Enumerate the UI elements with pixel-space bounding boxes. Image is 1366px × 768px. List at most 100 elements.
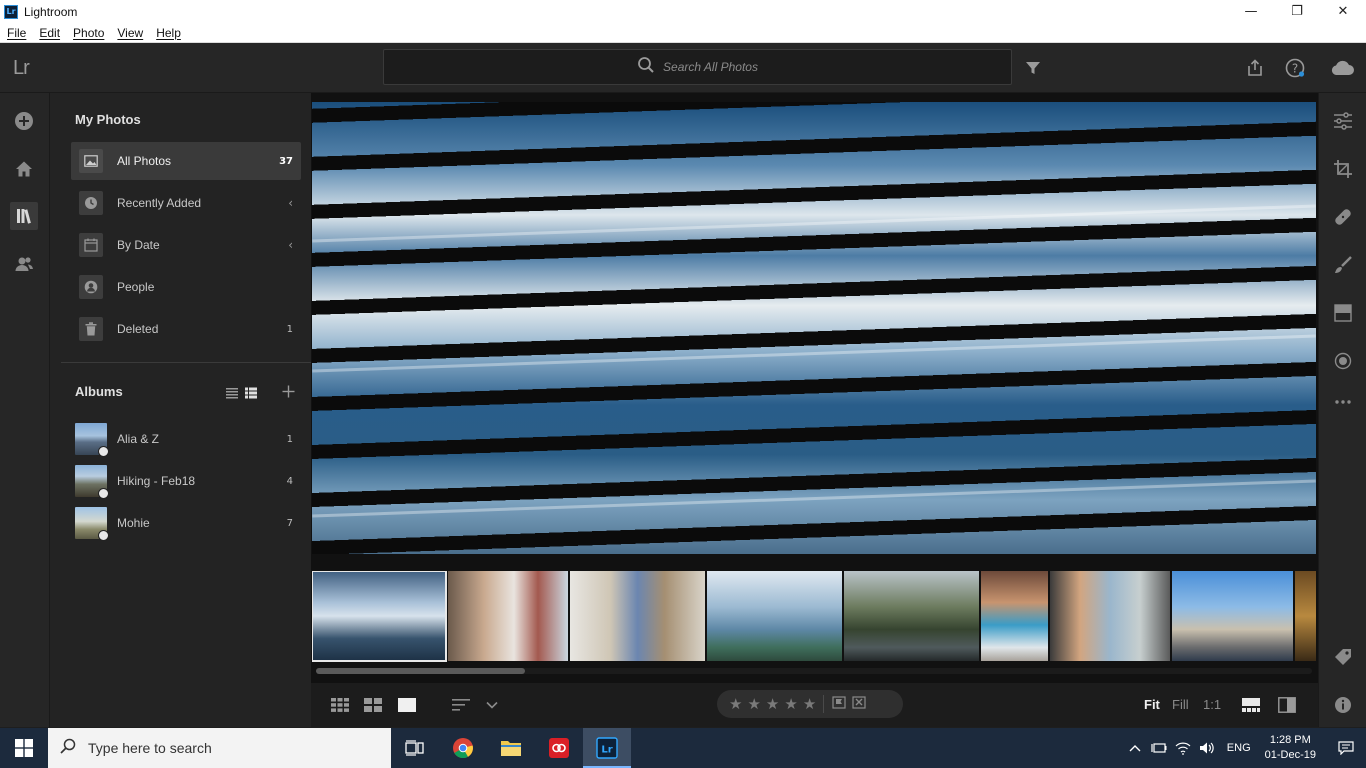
filmstrip-thumbnail[interactable] [570,571,705,661]
flag-pick-icon[interactable] [832,695,846,714]
menu-help[interactable]: Help [149,26,187,40]
nav-by-date[interactable]: By Date ‹ [71,226,301,264]
list-view-icon[interactable] [226,384,238,403]
album-hiking-feb18[interactable]: Hiking - Feb18 4 [75,464,301,499]
album-mohie[interactable]: Mohie 7 [75,506,301,541]
nav-recently-added[interactable]: Recently Added ‹ [71,184,301,222]
lightroom-taskbar-icon[interactable]: Lr [583,728,631,768]
album-label: Mohie [117,516,150,530]
add-album-icon[interactable] [282,383,295,402]
album-alia-z[interactable]: Alia & Z 1 [75,422,301,457]
minimize-button[interactable]: — [1228,0,1274,23]
chevron-down-icon[interactable] [485,695,499,715]
album-thumbnail [75,507,109,541]
square-grid-icon[interactable] [330,695,350,715]
menu-file[interactable]: File [0,26,32,40]
search-icon [637,56,655,78]
taskbar-search-input[interactable]: Type here to search [48,728,391,768]
chevron-left-icon[interactable]: ‹ [288,238,293,252]
volume-icon[interactable] [1195,728,1219,768]
chevron-up-icon[interactable] [1123,728,1147,768]
menu-view[interactable]: View [110,26,149,40]
brush-icon[interactable] [1332,254,1354,276]
taskbar-search-placeholder: Type here to search [88,740,212,756]
menu-edit[interactable]: Edit [32,26,66,40]
nav-people[interactable]: People [71,268,301,306]
photo-grid-icon[interactable] [363,695,383,715]
top-toolbar: Lr Search All Photos ? [0,43,1366,93]
image-streak [312,479,1316,518]
thumbnail-list-icon[interactable] [245,384,257,403]
filmstrip-thumbnail[interactable] [312,571,447,662]
notifications-icon[interactable] [1326,728,1366,768]
search-placeholder: Search All Photos [663,60,758,74]
filmstrip-thumbnail[interactable] [1295,571,1316,661]
cloud-sync-icon[interactable] [1328,58,1356,78]
input-language[interactable]: ENG [1227,742,1251,754]
nav-deleted-count: 1 [286,323,293,335]
star-rating[interactable]: ★ ★ ★ ★ ★ [717,690,903,718]
zoom-1-to-1-button[interactable]: 1:1 [1203,697,1221,712]
menu-photo[interactable]: Photo [66,26,110,40]
filmstrip-scrollbar-thumb[interactable] [316,668,525,674]
help-icon[interactable]: ? [1285,58,1305,78]
section-divider [61,362,311,363]
search-input[interactable]: Search All Photos [383,49,1012,85]
filmstrip-thumbnail[interactable] [844,571,979,661]
battery-icon[interactable] [1147,728,1171,768]
person-icon [79,275,103,299]
share-icon[interactable] [1245,58,1265,78]
nav-deleted[interactable]: Deleted 1 [71,310,301,348]
filmstrip-thumbnail[interactable] [981,571,1048,661]
star-icon[interactable]: ★ [729,695,742,713]
detail-view-icon[interactable] [397,695,417,715]
chevron-left-icon[interactable]: ‹ [288,196,293,210]
task-view-icon[interactable] [391,728,439,768]
close-button[interactable]: ✕ [1320,0,1366,23]
zoom-fit-button[interactable]: Fit [1144,697,1160,712]
image-streak [312,204,1316,243]
keyword-tag-icon[interactable] [1332,646,1354,668]
album-label: Hiking - Feb18 [117,474,196,488]
clock-icon [79,191,103,215]
star-icon[interactable]: ★ [784,695,797,713]
right-tool-strip [1318,93,1366,727]
healing-brush-icon[interactable] [1332,206,1354,228]
radial-gradient-icon[interactable] [1332,350,1354,372]
sort-icon[interactable] [451,695,471,715]
rating-divider [823,695,825,713]
linear-gradient-icon[interactable] [1332,302,1354,324]
add-photos-icon[interactable] [10,107,38,135]
library-icon[interactable] [10,202,38,230]
shared-people-icon[interactable] [10,250,38,278]
crop-icon[interactable] [1332,158,1354,180]
maximize-button[interactable]: ❐ [1274,0,1320,23]
filter-icon[interactable] [1023,58,1043,78]
compare-view-icon[interactable] [1277,695,1297,715]
all-photos-icon [79,149,103,173]
nav-all-photos[interactable]: All Photos 37 [71,142,301,180]
star-icon[interactable]: ★ [766,695,779,713]
edit-sliders-icon[interactable] [1332,110,1354,132]
filmstrip-toggle-icon[interactable] [1241,695,1261,715]
info-icon[interactable] [1332,694,1354,716]
home-icon[interactable] [10,155,38,183]
more-options-icon[interactable] [1332,391,1354,413]
album-thumbnail [75,465,109,499]
creative-cloud-icon[interactable] [535,728,583,768]
filmstrip-thumbnail[interactable] [707,571,842,661]
chrome-icon[interactable] [439,728,487,768]
filmstrip-thumbnail[interactable] [1050,571,1170,661]
flag-reject-icon[interactable] [852,695,866,714]
wifi-icon[interactable] [1171,728,1195,768]
window-title-bar: Lr Lightroom — ❐ ✕ [0,0,1366,23]
main-photo[interactable] [312,102,1316,554]
taskbar-clock[interactable]: 1:28 PM 01-Dec-19 [1265,733,1316,763]
star-icon[interactable]: ★ [747,695,760,713]
filmstrip-thumbnail[interactable] [448,571,568,661]
file-explorer-icon[interactable] [487,728,535,768]
filmstrip-thumbnail[interactable] [1172,571,1293,661]
windows-start-icon[interactable] [0,728,48,768]
zoom-fill-button[interactable]: Fill [1172,697,1189,712]
star-icon[interactable]: ★ [803,695,816,713]
